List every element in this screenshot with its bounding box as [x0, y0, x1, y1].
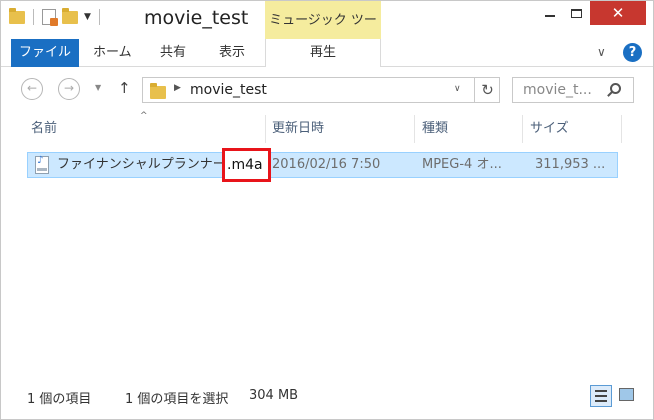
window-title: movie_test [144, 7, 249, 29]
tab-play[interactable]: 再生 [265, 39, 381, 67]
file-date: 2016/02/16 7:50 [272, 157, 381, 172]
up-button[interactable]: ↑ [118, 79, 131, 97]
help-icon[interactable]: ? [623, 43, 642, 62]
navigation-bar: ← → ▼ ↑ ▶ movie_test ∨ ↻ movie_t... [1, 67, 653, 111]
file-row[interactable]: ファイナンシャルプランナー .m4a 2016/02/16 7:50 MPEG-… [27, 148, 618, 182]
toolbar-divider [98, 9, 100, 25]
folder-icon [9, 7, 25, 24]
item-count: 1 個の項目 [27, 392, 92, 407]
status-bar: 1 個の項目 1 個の項目を選択 304 MB [1, 385, 653, 419]
file-extension: .m4a [227, 157, 263, 173]
file-name[interactable]: ファイナンシャルプランナー [57, 153, 222, 177]
close-button[interactable]: ✕ [590, 1, 646, 25]
tab-home[interactable]: ホーム [93, 39, 132, 67]
tab-share[interactable]: 共有 [160, 39, 186, 67]
recent-locations-icon[interactable]: ▼ [95, 83, 101, 92]
expand-ribbon-icon[interactable]: ∨ [597, 45, 606, 59]
back-button[interactable]: ← [21, 78, 43, 100]
details-view-icon [595, 400, 607, 402]
maximize-icon [570, 8, 582, 18]
minimize-button[interactable] [537, 1, 563, 25]
column-divider[interactable] [265, 115, 266, 143]
maximize-button[interactable] [563, 1, 589, 25]
quick-access-toolbar: ▼ [9, 7, 102, 26]
minimize-icon [545, 15, 555, 17]
breadcrumb-separator-icon[interactable]: ▶ [174, 83, 181, 93]
column-header-date[interactable]: 更新日時 [272, 111, 324, 147]
column-divider[interactable] [522, 115, 523, 143]
tab-file[interactable]: ファイル [11, 39, 79, 67]
large-icons-view-button[interactable] [616, 385, 638, 407]
file-size: 311,953 ... [535, 157, 606, 172]
address-dropdown-icon[interactable]: ∨ [454, 84, 461, 94]
toolbar-divider [33, 9, 34, 25]
tab-view[interactable]: 表示 [219, 39, 245, 67]
column-divider[interactable] [621, 115, 622, 143]
audio-file-icon [35, 155, 49, 174]
folder-icon [150, 83, 166, 99]
refresh-button[interactable]: ↻ [474, 78, 500, 102]
selection-count: 1 個の項目を選択 [125, 392, 229, 407]
breadcrumb-folder[interactable]: movie_test [190, 82, 267, 98]
customize-toolbar-icon[interactable]: ▼ [84, 12, 91, 22]
music-tools-context-tab: ミュージック ツール [265, 1, 381, 68]
details-view-button[interactable] [590, 385, 612, 407]
properties-icon[interactable] [42, 9, 58, 26]
forward-button[interactable]: → [58, 78, 80, 100]
column-headers: ^ 名前 更新日時 種類 サイズ [1, 111, 653, 147]
column-header-type[interactable]: 種類 [422, 111, 448, 147]
search-input[interactable]: movie_t... [512, 77, 634, 103]
new-folder-icon[interactable] [62, 7, 78, 24]
large-icons-view-icon [619, 388, 634, 401]
details-view-icon [595, 390, 607, 392]
details-view-icon [595, 395, 607, 397]
title-bar: ▼ movie_test ミュージック ツール ✕ [1, 1, 653, 68]
selection-size: 304 MB [249, 388, 299, 403]
file-type: MPEG-4 オ... [422, 157, 502, 172]
column-divider[interactable] [414, 115, 415, 143]
search-icon[interactable] [610, 83, 621, 94]
explorer-window: ▼ movie_test ミュージック ツール ✕ ファイル ホーム 共有 表示… [0, 0, 654, 420]
column-header-name[interactable]: 名前 [31, 111, 57, 147]
column-header-size[interactable]: サイズ [530, 111, 569, 147]
sort-ascending-icon: ^ [140, 111, 148, 121]
address-bar[interactable]: ▶ movie_test ∨ ↻ [142, 77, 500, 103]
ribbon-tabs: ファイル ホーム 共有 表示 再生 ∨ ? [1, 39, 653, 67]
search-placeholder: movie_t... [523, 82, 592, 98]
